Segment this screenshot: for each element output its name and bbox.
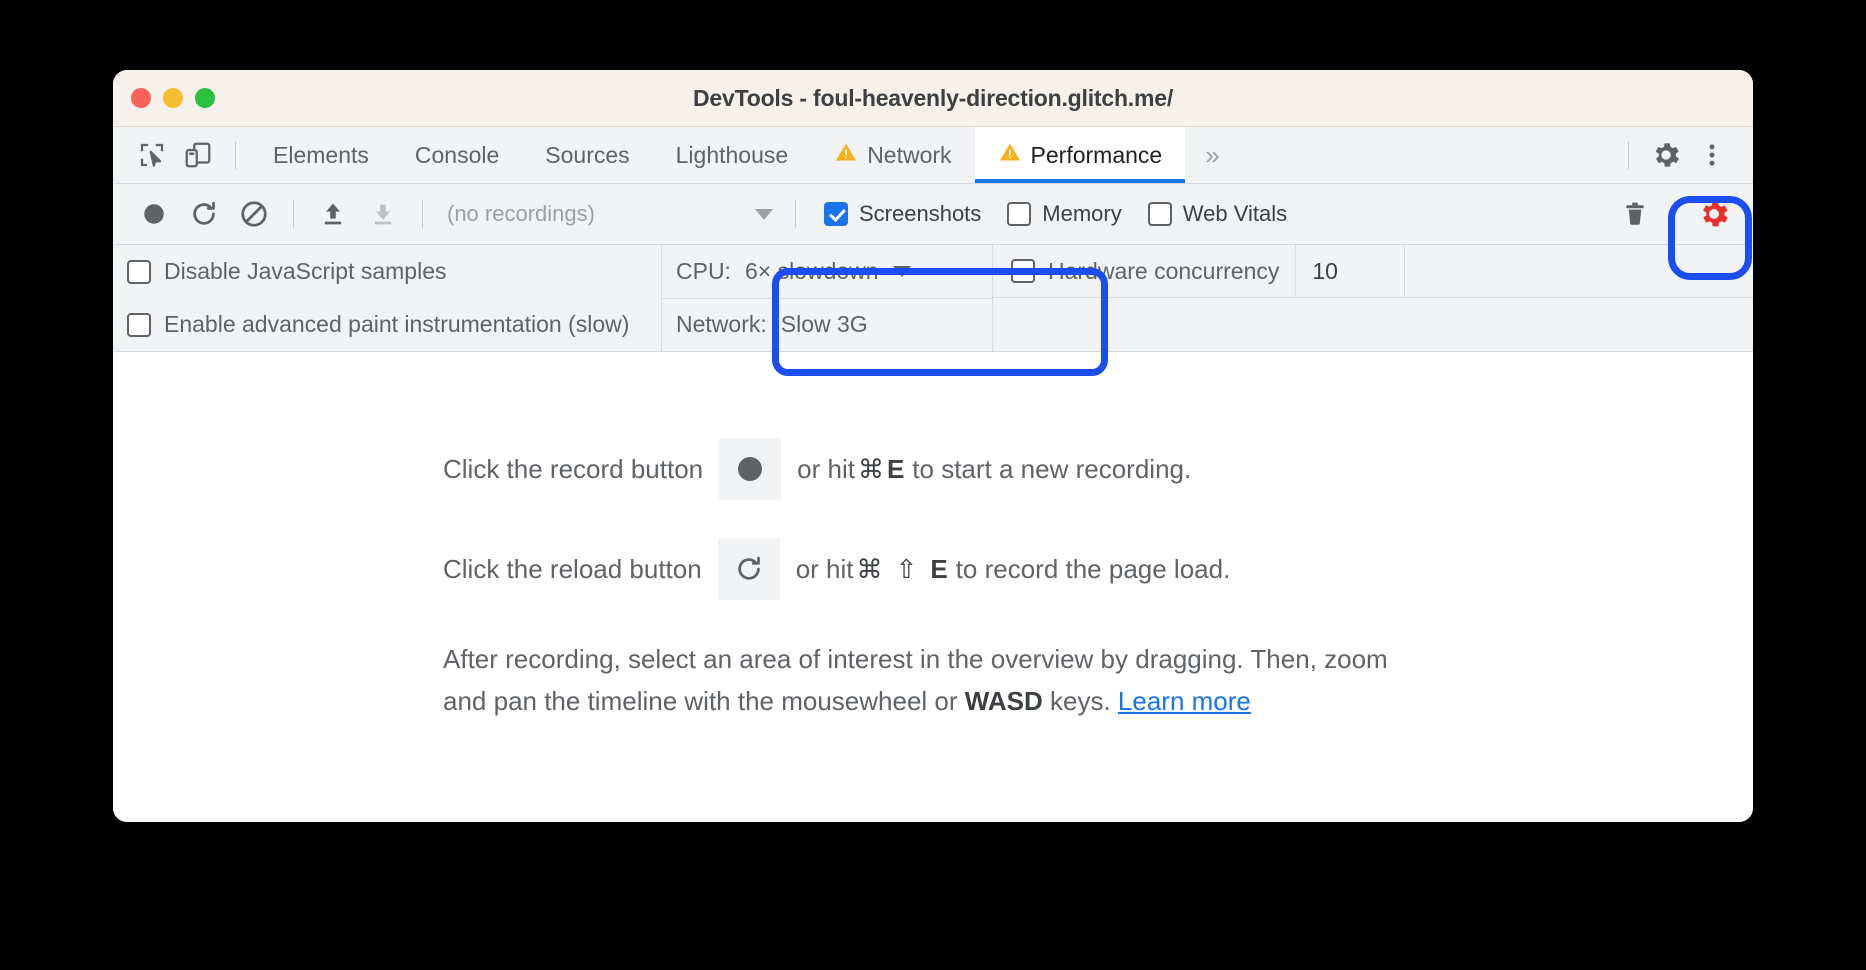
toolbar-divider [795,200,796,228]
checkbox-box [1011,259,1035,283]
tab-network[interactable]: Network [811,127,974,183]
command-key-icon: ⌘ [857,453,884,484]
tab-performance[interactable]: Performance [974,127,1186,183]
export-profile-button[interactable] [358,189,408,239]
reload-instruction-post: to record the page load. [955,553,1231,584]
three-dot-menu-icon[interactable] [1689,132,1735,178]
record-instruction-pre: Click the record button [443,453,704,484]
network-throttling-dropdown[interactable]: Network: Slow 3G [662,297,992,352]
recordings-dropdown[interactable]: (no recordings) [437,189,781,239]
minimize-window-button[interactable] [163,88,183,108]
performance-landing-page: Click the record button or hit ⌘ E to st… [113,352,1753,822]
overview-instruction-paragraph: After recording, select an area of inter… [113,638,1523,722]
capture-settings-gear-icon[interactable] [1689,189,1739,239]
clear-button[interactable] [229,189,279,239]
record-instruction-line: Click the record button or hit ⌘ E to st… [113,438,1753,500]
capture-settings-pane: Disable JavaScript samples Enable advanc… [113,245,1753,352]
close-window-button[interactable] [131,88,151,108]
traffic-lights [131,70,215,126]
advanced-paint-instrumentation-checkbox[interactable]: Enable advanced paint instrumentation (s… [127,298,661,351]
tab-lighthouse[interactable]: Lighthouse [653,127,812,183]
more-tabs-chevron-icon[interactable]: » [1185,140,1239,171]
reload-button-illustration [717,538,780,600]
tabbar-actions [1614,132,1753,178]
chevron-down-icon [892,265,911,277]
hardware-concurrency-row: Hardware concurrency 10 [993,245,1753,298]
learn-more-link[interactable]: Learn more [1118,686,1251,716]
toolbar-divider [1674,200,1675,228]
reload-shortcut-letter: E [930,553,948,584]
checkbox-box [127,312,151,337]
reload-instruction-line: Click the reload button or hit ⌘ ⇧ E to … [113,538,1753,600]
warning-triangle-icon [998,140,1022,170]
tab-label: Console [414,141,500,168]
checkbox-label: Screenshots [859,201,982,226]
throttling-column: CPU: 6× slowdown Network: Slow 3G [661,245,992,351]
record-instruction-mid: or hit [797,453,855,484]
window-title: DevTools - foul-heavenly-direction.glitc… [692,84,1174,111]
wasd-keys-label: WASD [964,686,1043,717]
record-button[interactable] [129,189,179,239]
network-throttling-value: Slow 3G [780,311,868,338]
memory-checkbox[interactable]: Memory [993,201,1133,227]
tab-label: Network [867,141,952,168]
disable-js-samples-checkbox[interactable]: Disable JavaScript samples [127,245,661,298]
tab-elements[interactable]: Elements [250,127,392,183]
performance-toolbar: (no recordings) Screenshots Memory Web V… [113,184,1753,245]
trash-icon[interactable] [1610,189,1660,239]
warning-triangle-icon [834,140,858,170]
maximize-window-button[interactable] [195,88,215,108]
gear-icon[interactable] [1643,132,1689,178]
checkbox-label: Hardware concurrency [1048,257,1280,284]
cpu-throttling-label: CPU: [676,257,731,284]
tab-label: Lighthouse [675,141,789,168]
checkbox-label: Disable JavaScript samples [164,258,447,285]
hardware-concurrency-checkbox[interactable]: Hardware concurrency [993,258,1295,285]
capture-settings-checkbox-column: Disable JavaScript samples Enable advanc… [113,245,661,351]
toolbar-divider [293,200,294,228]
screenshot-root: DevTools - foul-heavenly-direction.glitc… [0,0,1866,970]
record-shortcut-letter: E [886,453,905,484]
checkbox-label: Enable advanced paint instrumentation (s… [164,311,630,338]
hardware-concurrency-input[interactable]: 10 [1295,245,1406,297]
tab-sources[interactable]: Sources [522,127,652,183]
tab-label: Sources [545,141,630,168]
chevron-down-icon [755,208,773,220]
import-profile-button[interactable] [308,189,358,239]
network-throttling-label: Network: [676,311,767,338]
record-circle-icon [738,457,763,481]
window-titlebar: DevTools - foul-heavenly-direction.glitc… [113,70,1753,127]
tab-console[interactable]: Console [392,127,522,183]
tab-label: Elements [273,141,369,168]
command-key-icon: ⌘ [856,553,883,584]
tabbar-divider [1628,141,1629,169]
checkbox-box [127,259,151,284]
toolbar-divider [422,200,423,228]
record-instruction-post: to start a new recording. [912,453,1192,484]
device-toolbar-icon[interactable] [175,132,221,178]
checkbox-box [1147,202,1172,226]
devtools-window: DevTools - foul-heavenly-direction.glitc… [113,70,1753,822]
reload-instruction-pre: Click the reload button [443,553,702,584]
devtools-tabbar: Elements Console Sources Lighthouse Netw… [113,127,1753,184]
reload-instruction-mid: or hit [795,553,854,584]
inspect-cursor-icon[interactable] [129,132,175,178]
hardware-concurrency-column: Hardware concurrency 10 [992,245,1753,351]
reload-and-record-button[interactable] [179,189,229,239]
screenshots-checkbox[interactable]: Screenshots [810,201,993,227]
record-button-illustration [719,438,782,500]
paragraph-part-b: keys. [1042,686,1118,717]
checkbox-label: Web Vitals [1182,201,1288,226]
checkbox-label: Memory [1042,201,1122,226]
shift-key-icon: ⇧ [895,553,918,584]
cpu-throttling-value: 6× slowdown [744,257,879,284]
web-vitals-checkbox[interactable]: Web Vitals [1134,201,1299,227]
panel-tabs: Elements Console Sources Lighthouse Netw… [250,127,1240,183]
checkbox-box [1007,202,1032,226]
cpu-throttling-dropdown[interactable]: CPU: 6× slowdown [662,245,992,298]
tab-label: Performance [1030,141,1163,168]
toolbar-divider [235,141,236,169]
checkbox-box [824,202,848,226]
recordings-value: (no recordings) [447,201,595,226]
